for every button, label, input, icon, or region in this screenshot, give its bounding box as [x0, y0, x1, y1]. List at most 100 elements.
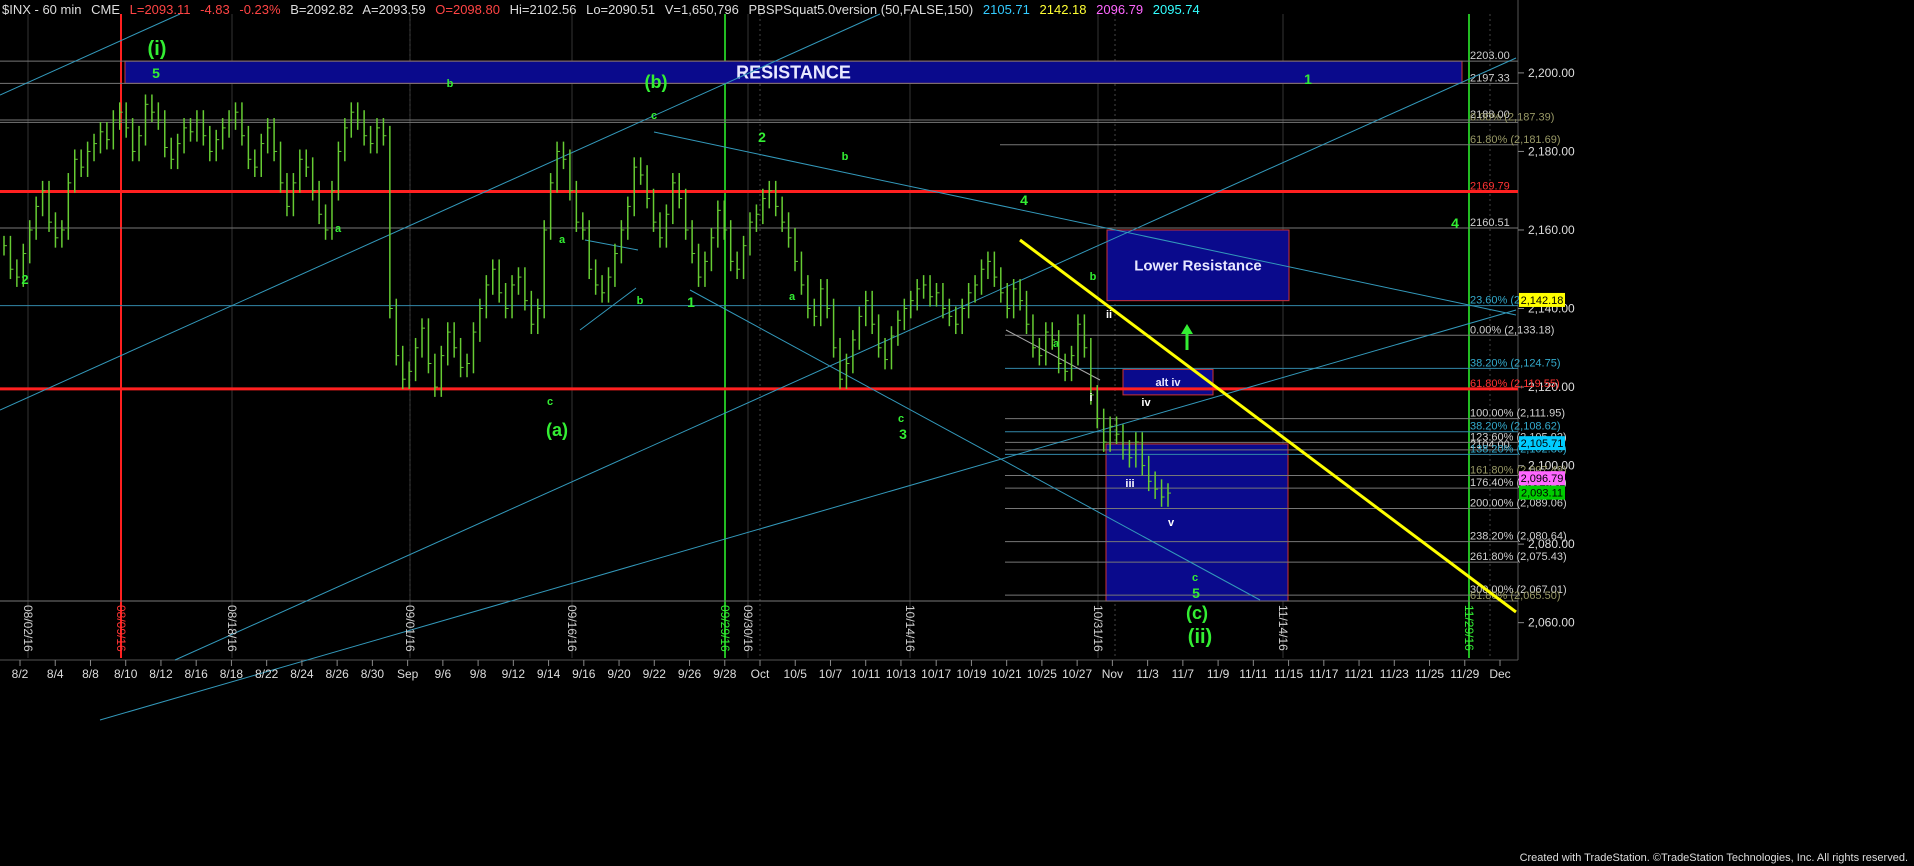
- x-tick-label: 10/19: [956, 667, 986, 681]
- open-price: O=2098.80: [435, 2, 500, 17]
- pct-change: -0.23%: [239, 2, 281, 17]
- wave-label: a: [559, 234, 566, 246]
- wave-label: 1: [687, 294, 695, 310]
- copyright-footer: Created with TradeStation. ©TradeStation…: [1519, 852, 1908, 864]
- x-tick-label: 8/4: [47, 667, 64, 681]
- vertical-date-label: 08/18/16: [225, 605, 239, 652]
- wave-label: b: [637, 295, 644, 307]
- study-value-1: 2105.71: [982, 2, 1030, 17]
- wave-label: a: [789, 291, 796, 303]
- ask-price: A=2093.59: [362, 2, 426, 17]
- vertical-date-label: 09/16/16: [565, 605, 579, 652]
- x-tick-label: 10/25: [1027, 667, 1057, 681]
- wave-label: 1: [1304, 71, 1312, 87]
- x-tick-label: 8/26: [325, 667, 349, 681]
- wave-label: 4: [1451, 215, 1459, 231]
- zone-box-label: alt iv: [1155, 377, 1181, 389]
- wave-label: (c): [1186, 603, 1208, 623]
- x-tick-label: 8/12: [149, 667, 173, 681]
- vertical-date-label: 11/29/16: [1462, 605, 1476, 651]
- x-tick-label: 8/18: [220, 667, 244, 681]
- x-tick-label: 9/22: [643, 667, 667, 681]
- study-value-2: 2142.18: [1039, 2, 1087, 17]
- wave-label: a: [335, 223, 342, 235]
- y-tick-label: 2,060.00: [1528, 616, 1575, 630]
- x-tick-label: 8/10: [114, 667, 138, 681]
- zone-box-label: Lower Resistance: [1134, 257, 1262, 274]
- wave-label: (a): [546, 420, 568, 440]
- price-level-label: 261.80% (2,075.43): [1470, 551, 1567, 563]
- price-level-label: 61.80% (2,065.50): [1470, 590, 1561, 602]
- wave-label: b: [1090, 271, 1097, 283]
- price-level-label: 0.00% (2,133.18): [1470, 324, 1554, 336]
- wave-label: c: [547, 396, 553, 408]
- x-tick-label: 10/11: [851, 667, 880, 681]
- y-tick-label: 2,180.00: [1528, 144, 1575, 158]
- x-tick-label: 11/15: [1274, 667, 1303, 681]
- x-tick-label: Oct: [751, 667, 770, 681]
- x-tick-label: 11/23: [1380, 667, 1409, 681]
- x-tick-label: 11/3: [1136, 667, 1159, 681]
- x-tick-label: 11/9: [1207, 667, 1230, 681]
- x-tick-label: 9/16: [572, 667, 596, 681]
- high-price: Hi=2102.56: [509, 2, 577, 17]
- wave-label: 3: [899, 426, 907, 442]
- x-tick-label: 8/24: [290, 667, 314, 681]
- x-tick-label: 11/29: [1450, 667, 1479, 681]
- chart-header: $INX - 60 min CME L=2093.11 -4.83 -0.23%…: [2, 2, 1206, 17]
- wave-label: 2: [21, 272, 28, 287]
- x-tick-label: 8/2: [12, 667, 29, 681]
- volume-label: V=1,650,796: [664, 2, 739, 17]
- wave-label: iii: [1125, 478, 1134, 490]
- exchange-label: CME: [91, 2, 120, 17]
- bid-price: B=2092.82: [290, 2, 354, 17]
- study-value-3: 2096.79: [1096, 2, 1144, 17]
- x-tick-label: 10/7: [819, 667, 843, 681]
- vertical-date-label: 10/14/16: [903, 605, 917, 652]
- study-value-4: 2095.74: [1152, 2, 1200, 17]
- x-tick-label: 10/17: [921, 667, 951, 681]
- wave-label: (i): [148, 38, 167, 60]
- x-tick-label: 9/8: [470, 667, 487, 681]
- x-tick-label: Sep: [397, 667, 419, 681]
- price-badge-label: 2,105.71: [1521, 438, 1564, 450]
- price-level-label: 61.80% (2,181.69): [1470, 134, 1561, 146]
- wave-label: (b): [645, 72, 668, 92]
- wave-label: (ii): [1188, 626, 1212, 648]
- vertical-date-label: 09/30/16: [741, 605, 755, 652]
- x-tick-label: 11/7: [1172, 667, 1195, 681]
- x-tick-label: 9/26: [678, 667, 702, 681]
- x-tick-label: 10/5: [784, 667, 808, 681]
- y-tick-label: 2,160.00: [1528, 223, 1575, 237]
- zone-box-label: RESISTANCE: [736, 62, 851, 82]
- x-tick-label: 9/28: [713, 667, 737, 681]
- price-level-label: 0.00% (2,187.39): [1470, 111, 1554, 123]
- wave-label: b: [447, 78, 454, 90]
- price-badge-label: 2,142.18: [1521, 295, 1564, 307]
- wave-label: a: [1053, 338, 1060, 350]
- x-tick-label: 8/22: [255, 667, 279, 681]
- price-level-label: 2197.33: [1470, 72, 1510, 84]
- wave-label: c: [651, 110, 657, 122]
- vertical-date-label: 09/01/16: [403, 605, 417, 652]
- x-tick-label: 8/30: [361, 667, 385, 681]
- study-name: PBSPSquat5.0version (50,FALSE,150): [748, 2, 974, 17]
- chart-window: 2,060.00 2,080.00 2,100.00 2,120.00 2,140.00…: [0, 0, 1914, 866]
- x-tick-label: 9/20: [607, 667, 631, 681]
- price-level-label: 2169.79: [1470, 181, 1510, 193]
- symbol-label: $INX - 60 min: [2, 2, 82, 17]
- net-change: -4.83: [200, 2, 230, 17]
- wave-label: c: [898, 413, 904, 425]
- price-level-label: 2203.00: [1470, 50, 1510, 62]
- x-tick-label: 11/25: [1415, 667, 1444, 681]
- price-badge-label: 2,093.11: [1521, 488, 1563, 500]
- price-chart[interactable]: 2,060.002,080.002,100.002,120.002,140.00…: [0, 0, 1914, 866]
- x-tick-label: 9/12: [502, 667, 526, 681]
- low-price: Lo=2090.51: [586, 2, 656, 17]
- price-level-label: 238.20% (2,080.64): [1470, 531, 1567, 543]
- x-tick-label: 8/16: [185, 667, 209, 681]
- x-tick-label: Nov: [1102, 667, 1123, 681]
- price-badge-label: 2,096.79: [1521, 473, 1564, 485]
- price-level-label: 100.00% (2,111.95): [1470, 408, 1565, 420]
- wave-label: i: [1089, 392, 1092, 404]
